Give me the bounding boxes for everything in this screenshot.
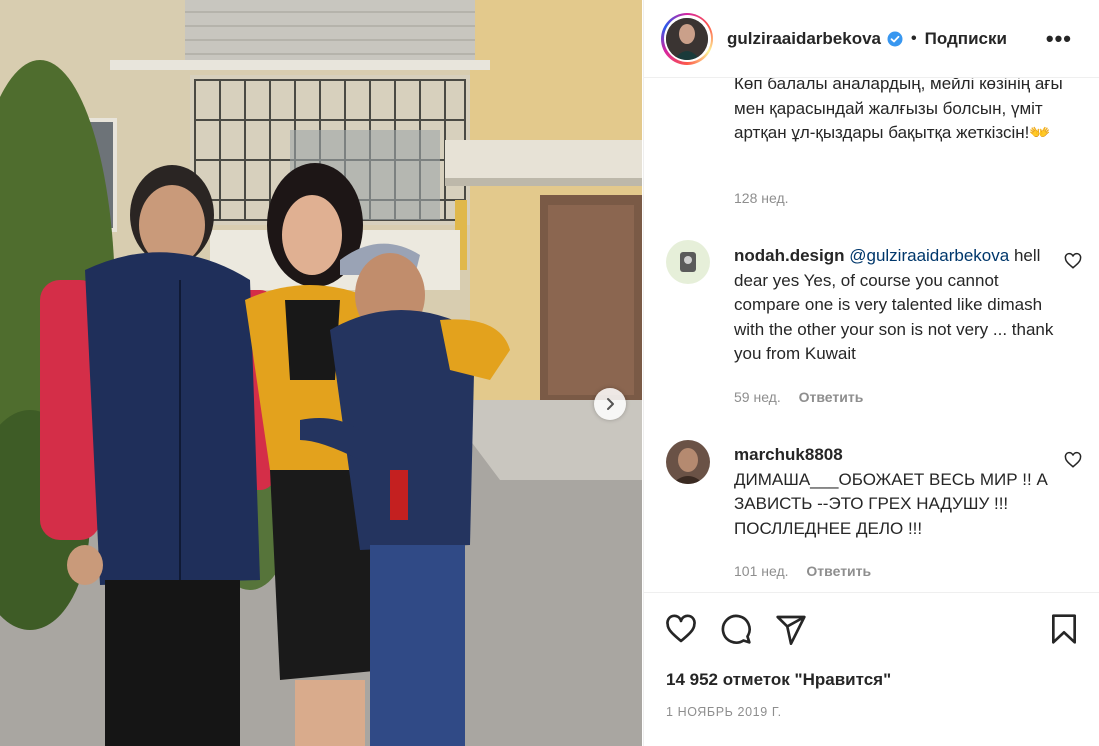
comment-like-icon[interactable] [1064,451,1082,469]
header-separator: • [911,29,917,47]
comment-meta: 101 нед. Ответить [734,563,871,579]
post-caption: Көп балалы аналардың, мейлі көзінің ағы … [734,78,1063,142]
post-actions: 14 952 отметок "Нравится" 1 НОЯБРЬ 2019 … [644,592,1099,746]
next-photo-button[interactable] [594,388,626,420]
share-icon[interactable] [775,613,807,645]
heart-icon[interactable] [665,613,697,645]
author-avatar[interactable] [661,12,713,65]
more-options-icon[interactable]: ••• [1046,26,1072,52]
comment-mention[interactable]: @gulziraaidarbekova [849,246,1009,265]
likes-count[interactable]: 14 952 отметок "Нравится" [666,670,891,690]
post-header: gulziraaidarbekova • Подписки ••• [644,0,1099,78]
comment-avatar[interactable] [666,240,710,284]
author-avatar-image [666,17,708,60]
comment-avatar[interactable] [666,440,710,484]
verified-badge-icon [887,31,903,46]
post-date[interactable]: 1 НОЯБРЬ 2019 Г. [666,705,782,719]
commenter-avatar-image [666,240,710,284]
comment-time: 101 нед. [734,563,789,579]
bookmark-icon[interactable] [1048,613,1080,645]
comment-time: 59 нед. [734,389,781,405]
post-photo-image [0,0,642,746]
post-photo[interactable] [0,0,642,746]
commenter-avatar-image [666,440,710,484]
reply-button[interactable]: Ответить [806,563,871,579]
post-sidebar: gulziraaidarbekova • Подписки ••• Көп ба… [643,0,1099,746]
comment-item: marchuk8808 ДИМАША___ОБОЖАЕТ ВЕСЬ МИР !!… [734,443,1064,541]
caption-meta: 128 нед. [734,190,789,206]
following-button[interactable]: Подписки [925,29,1007,49]
comment-text: ДИМАША___ОБОЖАЕТ ВЕСЬ МИР !! А ЗАВИСТЬ -… [734,469,1048,538]
comments-list[interactable]: Көп балалы аналардың, мейлі көзінің ағы … [644,78,1099,592]
author-username[interactable]: gulziraaidarbekova [727,29,881,49]
comment-username[interactable]: nodah.design [734,246,845,265]
comment-username[interactable]: marchuk8808 [734,445,843,464]
caption-time: 128 нед. [734,190,789,206]
comment-icon[interactable] [720,613,752,645]
comment-meta: 59 нед. Ответить [734,389,863,405]
comment-like-icon[interactable] [1064,252,1082,270]
reply-button[interactable]: Ответить [799,389,864,405]
comment-item: nodah.design @gulziraaidarbekova hell de… [734,244,1064,367]
chevron-right-icon [607,398,614,410]
